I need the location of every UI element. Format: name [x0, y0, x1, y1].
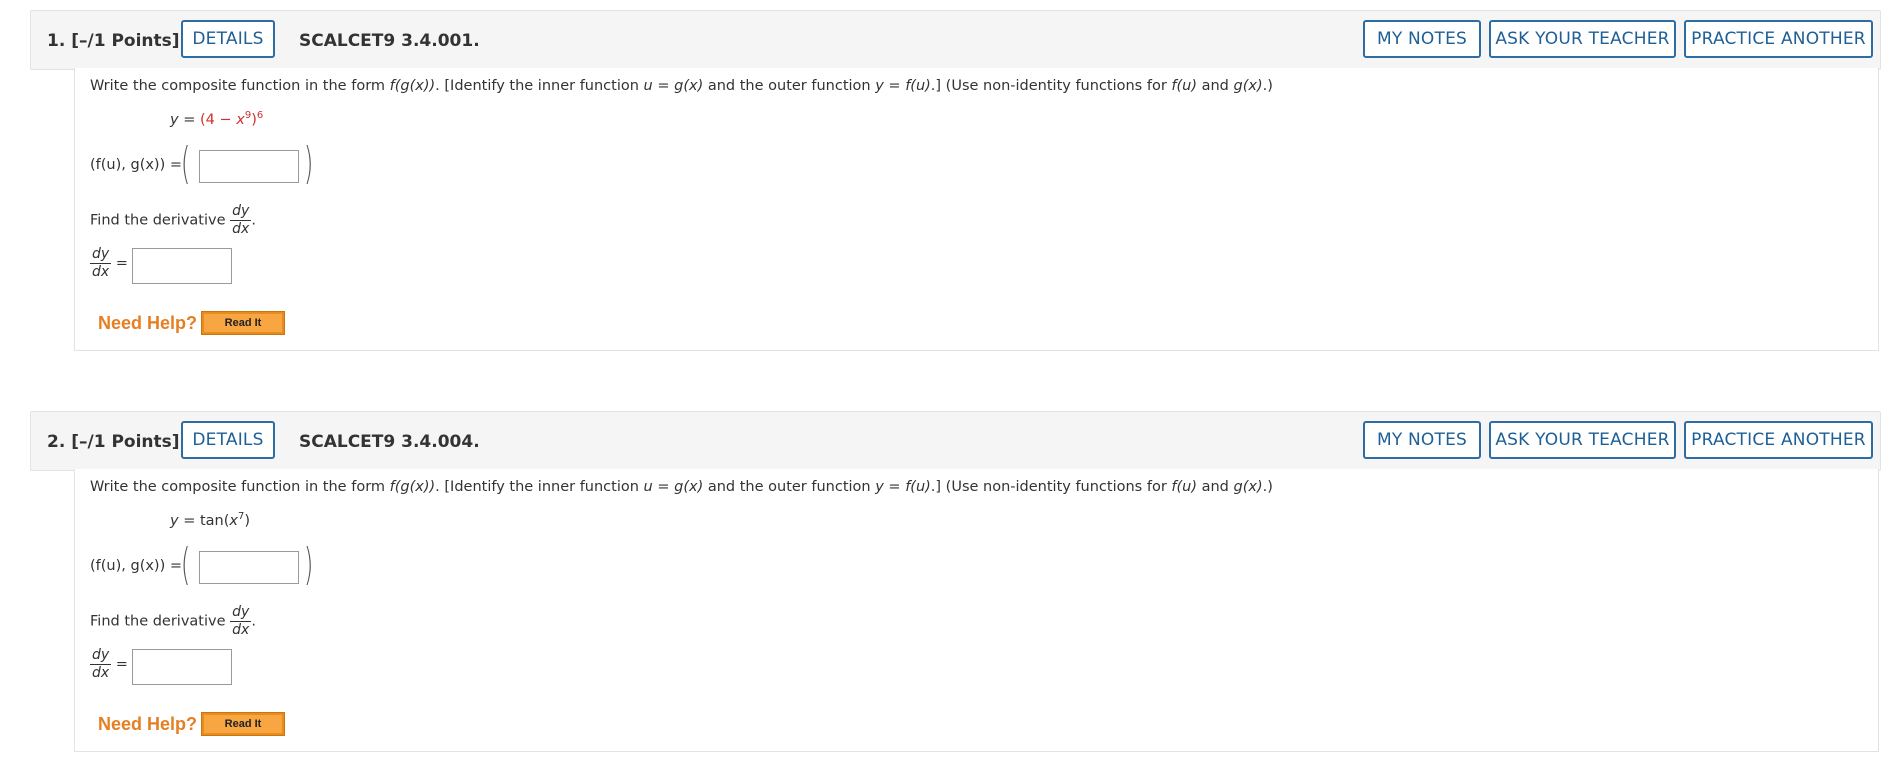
- find-derivative-text: Find the derivative dy dx.: [90, 604, 256, 638]
- read-it-button[interactable]: Read It: [201, 311, 285, 335]
- ask-teacher-button[interactable]: ASK YOUR TEACHER: [1489, 20, 1676, 58]
- my-notes-button[interactable]: MY NOTES: [1363, 20, 1481, 58]
- composite-pair-label: (f(u), g(x)) =: [90, 558, 182, 574]
- derivative-label: dy dx =: [90, 647, 128, 681]
- question-body: Write the composite function in the form…: [74, 469, 1879, 752]
- details-button[interactable]: DETAILS: [181, 20, 275, 58]
- dy-dx-fraction: dy dx: [230, 203, 252, 237]
- dy-dx-fraction: dy dx: [230, 604, 252, 638]
- question-header: 1. [–/1 Points] DETAILS SCALCET9 3.4.001…: [30, 10, 1881, 70]
- function-equation: y = (4 − x9)6: [170, 110, 264, 128]
- question-code: SCALCET9 3.4.004.: [299, 432, 480, 452]
- composite-answer-input[interactable]: [199, 551, 299, 584]
- question-prompt: Write the composite function in the form…: [90, 479, 1273, 495]
- question-points: 1. [–/1 Points]: [47, 31, 180, 51]
- left-paren: (: [180, 138, 191, 189]
- derivative-answer-input[interactable]: [132, 649, 232, 685]
- read-it-button[interactable]: Read It: [201, 712, 285, 736]
- question-code: SCALCET9 3.4.001.: [299, 31, 480, 51]
- right-paren: ): [303, 138, 314, 189]
- ask-teacher-button[interactable]: ASK YOUR TEACHER: [1489, 421, 1676, 459]
- derivative-answer-input[interactable]: [132, 248, 232, 284]
- question-body: Write the composite function in the form…: [74, 68, 1879, 351]
- function-equation: y = tan(x7): [170, 511, 251, 529]
- details-button[interactable]: DETAILS: [181, 421, 275, 459]
- find-derivative-text: Find the derivative dy dx.: [90, 203, 256, 237]
- need-help-label: Need Help?: [98, 714, 198, 734]
- need-help-label: Need Help?: [98, 313, 198, 333]
- practice-another-button[interactable]: PRACTICE ANOTHER: [1684, 421, 1873, 459]
- right-paren: ): [303, 539, 314, 590]
- question-header: 2. [–/1 Points] DETAILS SCALCET9 3.4.004…: [30, 411, 1881, 471]
- question-points: 2. [–/1 Points]: [47, 432, 180, 452]
- left-paren: (: [180, 539, 191, 590]
- practice-another-button[interactable]: PRACTICE ANOTHER: [1684, 20, 1873, 58]
- composite-pair-label: (f(u), g(x)) =: [90, 157, 182, 173]
- composite-answer-input[interactable]: [199, 150, 299, 183]
- question-prompt: Write the composite function in the form…: [90, 78, 1273, 94]
- my-notes-button[interactable]: MY NOTES: [1363, 421, 1481, 459]
- derivative-label: dy dx =: [90, 246, 128, 280]
